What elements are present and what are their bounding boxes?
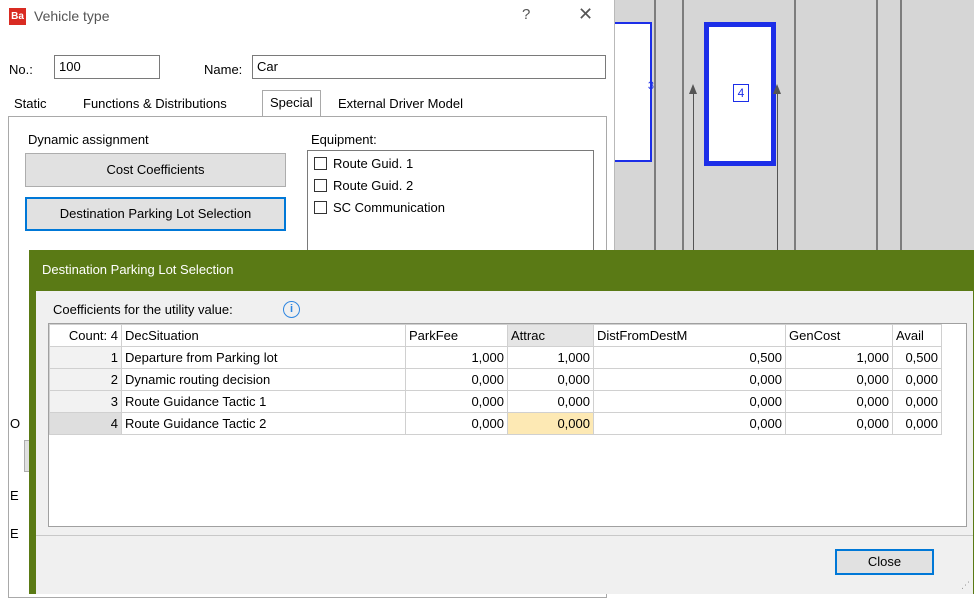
row-index[interactable]: 1 [49,346,122,369]
column-header-avail[interactable]: Avail [892,324,942,347]
cell-gencost[interactable]: 0,000 [785,390,893,413]
column-header-gencost[interactable]: GenCost [785,324,893,347]
lane-stripe [900,0,902,255]
name-field[interactable]: Car [252,55,606,79]
help-button[interactable]: ? [522,6,530,23]
dialog-title-bar[interactable]: Destination Parking Lot Selection [36,250,973,291]
equipment-list[interactable]: Route Guid. 1 Route Guid. 2 SC Communica… [307,150,594,262]
checkbox[interactable] [314,179,327,192]
app-logo-icon: Ba [9,8,26,25]
cell-distfromdestm[interactable]: 0,500 [593,346,786,369]
lane-arrow-line [693,92,694,255]
cell-avail[interactable]: 0,000 [892,412,942,435]
equipment-item[interactable]: SC Communication [314,198,445,218]
lane-stripe [682,0,684,255]
cell-attrac[interactable]: 0,000 [507,390,594,413]
destination-parking-lot-dialog: Destination Parking Lot Selection Coeffi… [29,250,974,594]
table-row[interactable]: 1 Departure from Parking lot 1,000 1,000… [49,346,942,369]
equipment-label: Equipment: [311,132,377,147]
cell-gencost[interactable]: 0,000 [785,412,893,435]
cell-parkfee[interactable]: 1,000 [405,346,508,369]
equipment-item[interactable]: Route Guid. 2 [314,176,413,196]
lane-arrow-line [777,92,778,255]
row-index[interactable]: 2 [49,368,122,391]
vehicle-label: 4 [733,84,749,102]
partial-label: E [10,488,19,503]
divider [36,535,973,536]
cell-avail[interactable]: 0,500 [892,346,942,369]
column-header-attrac[interactable]: Attrac [507,324,594,347]
cell-decsituation[interactable]: Route Guidance Tactic 2 [121,412,406,435]
row-index[interactable]: 4 [49,412,122,435]
checkbox[interactable] [314,157,327,170]
equipment-item[interactable]: Route Guid. 1 [314,154,413,174]
table-row[interactable]: 3 Route Guidance Tactic 1 0,000 0,000 0,… [49,390,942,413]
row-index[interactable]: 3 [49,390,122,413]
cell-parkfee[interactable]: 0,000 [405,368,508,391]
checkbox[interactable] [314,201,327,214]
lane-stripe [794,0,796,255]
cell-attrac[interactable]: 0,000 [507,368,594,391]
vehicle-4[interactable]: 4 [704,22,776,166]
lane-stripe [654,0,656,255]
name-label: Name: [204,62,243,77]
cell-attrac-active[interactable]: 0,000 [507,412,594,435]
close-icon[interactable]: ✕ [578,4,593,25]
info-icon[interactable]: i [283,301,300,318]
dialog-title: Destination Parking Lot Selection [42,262,234,277]
table-header-row: Count: 4 DecSituation ParkFee Attrac Dis… [49,324,942,347]
cell-avail[interactable]: 0,000 [892,368,942,391]
partial-label: E [10,526,19,541]
cell-attrac[interactable]: 1,000 [507,346,594,369]
cell-decsituation[interactable]: Dynamic routing decision [121,368,406,391]
equipment-item-label: SC Communication [333,200,445,215]
cell-parkfee[interactable]: 0,000 [405,390,508,413]
cell-parkfee[interactable]: 0,000 [405,412,508,435]
cost-coefficients-button[interactable]: Cost Coefficients [25,153,286,187]
no-field[interactable]: 100 [54,55,160,79]
partial-label: O [10,416,21,431]
tab-static[interactable]: Static [7,92,54,116]
tab-external-driver-model[interactable]: External Driver Model [331,92,470,116]
lane-arrow-icon [773,84,781,94]
dialog-body: Coefficients for the utility value: i Co… [36,291,973,594]
tab-special[interactable]: Special [262,90,321,118]
tab-functions-distributions[interactable]: Functions & Distributions [76,92,234,116]
coefficients-table: Count: 4 DecSituation ParkFee Attrac Dis… [49,324,942,435]
partial-vehicle-outline: 3 [612,22,654,162]
column-header-distfromdestm[interactable]: DistFromDestM [593,324,786,347]
resize-grip-icon[interactable]: ⋰ [961,580,970,591]
table-row[interactable]: 2 Dynamic routing decision 0,000 0,000 0… [49,368,942,391]
dynamic-assignment-label: Dynamic assignment [28,132,149,147]
cell-decsituation[interactable]: Departure from Parking lot [121,346,406,369]
table-row-selected[interactable]: 4 Route Guidance Tactic 2 0,000 0,000 0,… [49,412,942,435]
network-view[interactable]: 3 4 [612,0,974,255]
column-header-decsituation[interactable]: DecSituation [121,324,406,347]
cell-gencost[interactable]: 0,000 [785,368,893,391]
equipment-item-label: Route Guid. 2 [333,178,414,193]
cell-distfromdestm[interactable]: 0,000 [593,390,786,413]
cell-decsituation[interactable]: Route Guidance Tactic 1 [121,390,406,413]
lane-arrow-icon [689,84,697,94]
count-header[interactable]: Count: 4 [49,324,122,347]
lane-stripe [876,0,878,255]
cell-distfromdestm[interactable]: 0,000 [593,412,786,435]
coefficients-grid[interactable]: Count: 4 DecSituation ParkFee Attrac Dis… [48,323,967,527]
cell-gencost[interactable]: 1,000 [785,346,893,369]
close-button[interactable]: Close [835,549,934,575]
no-label: No.: [9,62,33,77]
window-title: Vehicle type [34,8,110,24]
coefficients-label: Coefficients for the utility value: [53,302,233,317]
title-bar: Ba Vehicle type ? ✕ [0,0,614,36]
destination-parking-lot-selection-button[interactable]: Destination Parking Lot Selection [25,197,286,231]
equipment-item-label: Route Guid. 1 [333,156,414,171]
cell-avail[interactable]: 0,000 [892,390,942,413]
cell-distfromdestm[interactable]: 0,000 [593,368,786,391]
column-header-parkfee[interactable]: ParkFee [405,324,508,347]
